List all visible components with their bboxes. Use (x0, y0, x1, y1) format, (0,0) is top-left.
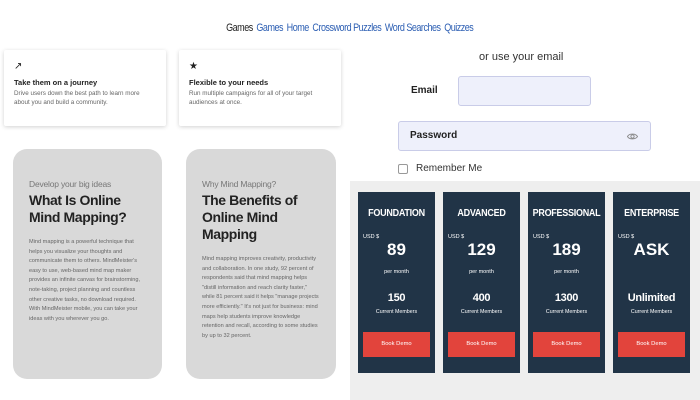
article-title: The Benefits of Online Mind Mapping (202, 192, 298, 242)
feature-card-journey: ↗ Take them on a journey Drive users dow… (4, 50, 166, 126)
remember-me-checkbox[interactable] (398, 164, 408, 174)
plan-members-label: Current Members (460, 309, 503, 315)
email-label: Email (411, 85, 438, 96)
plan-members-count: Unlimited (627, 292, 676, 304)
plan-name: FOUNDATION (368, 208, 425, 219)
or-use-email-text: or use your email (479, 51, 564, 63)
book-demo-button[interactable]: Book Demo (618, 332, 685, 357)
article-body: Mind mapping improves creativity, produc… (202, 256, 319, 339)
eye-icon[interactable] (627, 131, 638, 142)
plan-card-foundation: FOUNDATION USD $ 89 per month 150 Curren… (358, 192, 435, 373)
book-demo-button[interactable]: Book Demo (533, 332, 600, 357)
article-body: Mind mapping is a powerful technique tha… (29, 239, 140, 322)
article-title: What Is Online Mind Mapping? (29, 192, 127, 225)
trend-arrow-icon: ↗ (14, 61, 23, 72)
top-nav: Games Games Home Crossword Puzzles Word … (0, 0, 700, 46)
nav-link-crossword-puzzles[interactable]: Crossword Puzzles (313, 22, 382, 34)
plan-price: ASK (633, 240, 670, 259)
feature-title: Take them on a journey (14, 78, 98, 87)
plan-price: 189 (552, 240, 581, 259)
plan-price: 89 (387, 240, 406, 259)
nav-link-home[interactable]: Home (287, 22, 310, 34)
plan-name: PROFESSIONAL (532, 208, 601, 219)
plan-card-enterprise: ENTERPRISE USD $ ASK Unlimited Current M… (613, 192, 690, 373)
plan-members-count: 400 (472, 292, 491, 304)
nav-link-games[interactable]: Games (257, 22, 284, 34)
plan-period: per month (384, 269, 409, 275)
article-card-benefits: Why Mind Mapping? The Benefits of Online… (186, 149, 336, 379)
plan-members-label: Current Members (545, 309, 588, 315)
plan-period: per month (469, 269, 494, 275)
feature-card-flexible: ★ Flexible to your needs Run multiple ca… (179, 50, 341, 126)
book-demo-button[interactable]: Book Demo (363, 332, 430, 357)
feature-description: Drive users down the best path to learn … (14, 90, 140, 106)
password-field[interactable]: Password (398, 121, 651, 151)
plan-name: ADVANCED (457, 208, 506, 219)
star-icon: ★ (189, 61, 198, 72)
plan-name: ENTERPRISE (624, 208, 679, 219)
nav-link-quizzes[interactable]: Quizzes (444, 22, 474, 34)
plan-members-count: 150 (387, 292, 406, 304)
plan-members-label: Current Members (630, 309, 673, 315)
article-subtitle: Develop your big ideas (29, 179, 112, 189)
plan-members-count: 1300 (554, 292, 579, 304)
plan-card-professional: PROFESSIONAL USD $ 189 per month 1300 Cu… (528, 192, 605, 373)
article-subtitle: Why Mind Mapping? (202, 179, 277, 189)
article-card-online-mind-mapping: Develop your big ideas What Is Online Mi… (13, 149, 162, 379)
remember-me-label: Remember Me (416, 163, 483, 174)
plan-price: 129 (467, 240, 496, 259)
plan-members-label: Current Members (375, 309, 418, 315)
plan-card-advanced: ADVANCED USD $ 129 per month 400 Current… (443, 192, 520, 373)
password-label: Password (410, 130, 458, 141)
book-demo-button[interactable]: Book Demo (448, 332, 515, 357)
feature-description: Run multiple campaigns for all of your t… (189, 90, 313, 106)
email-field[interactable] (458, 76, 591, 106)
feature-title: Flexible to your needs (189, 78, 269, 87)
nav-brand: Games (226, 22, 254, 34)
nav-link-word-searches[interactable]: Word Searches (385, 22, 441, 34)
plan-period: per month (554, 269, 579, 275)
